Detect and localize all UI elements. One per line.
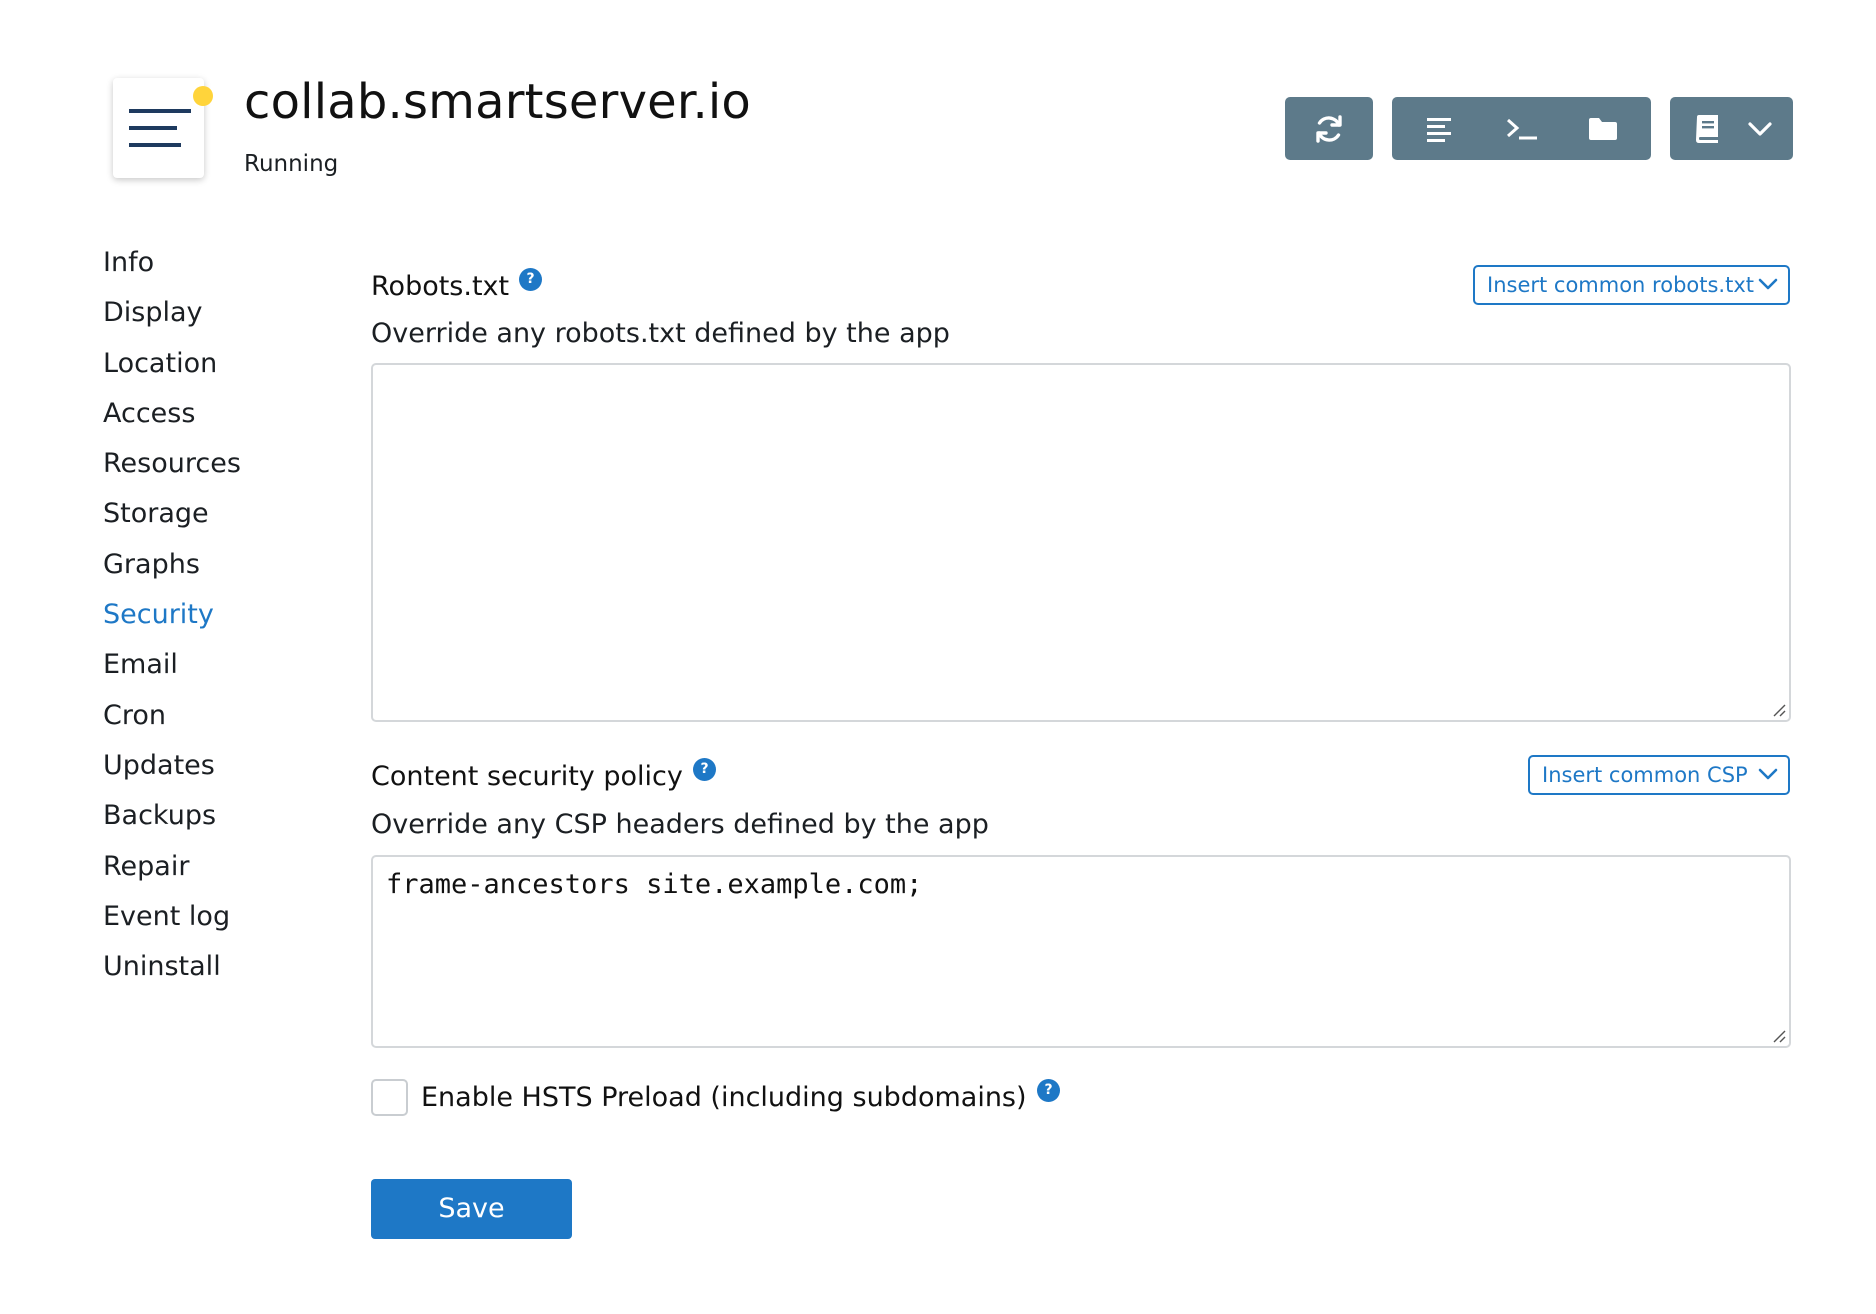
terminal-button[interactable] bbox=[1492, 97, 1552, 160]
hsts-help-icon[interactable]: ? bbox=[1037, 1079, 1060, 1102]
robots-help-icon[interactable]: ? bbox=[519, 268, 542, 291]
tools-button-group bbox=[1392, 97, 1651, 160]
resize-grip-icon[interactable] bbox=[1772, 703, 1786, 717]
sidebar-item-access[interactable]: Access bbox=[103, 389, 343, 439]
resize-grip-icon[interactable] bbox=[1772, 1029, 1786, 1043]
sidebar-item-resources[interactable]: Resources bbox=[103, 439, 343, 489]
sidebar-item-backups[interactable]: Backups bbox=[103, 791, 343, 841]
app-status: Running bbox=[244, 151, 339, 177]
restart-button[interactable] bbox=[1299, 97, 1359, 160]
insert-common-csp-label: Insert common CSP bbox=[1542, 763, 1748, 787]
sidebar-nav: Info Display Location Access Resources S… bbox=[103, 238, 343, 992]
sidebar-item-email[interactable]: Email bbox=[103, 640, 343, 690]
folder-icon bbox=[1588, 117, 1617, 140]
sidebar-item-updates[interactable]: Updates bbox=[103, 741, 343, 791]
save-button[interactable]: Save bbox=[371, 1179, 572, 1239]
status-indicator-dot bbox=[193, 86, 213, 106]
insert-common-robots-label: Insert common robots.txt bbox=[1487, 273, 1754, 297]
docs-dropdown-button[interactable] bbox=[1670, 97, 1793, 160]
chevron-down-icon bbox=[1748, 121, 1772, 136]
book-icon bbox=[1695, 114, 1718, 143]
restart-button-group bbox=[1285, 97, 1373, 160]
sidebar-item-graphs[interactable]: Graphs bbox=[103, 540, 343, 590]
files-button[interactable] bbox=[1573, 97, 1633, 160]
logs-button[interactable] bbox=[1411, 97, 1471, 160]
insert-common-csp-button[interactable]: Insert common CSP bbox=[1528, 755, 1790, 795]
sidebar-item-uninstall[interactable]: Uninstall bbox=[103, 942, 343, 992]
chevron-down-icon bbox=[1758, 768, 1778, 780]
terminal-icon bbox=[1506, 118, 1537, 139]
sidebar-item-cron[interactable]: Cron bbox=[103, 691, 343, 741]
hsts-checkbox[interactable] bbox=[371, 1079, 408, 1116]
sidebar-item-info[interactable]: Info bbox=[103, 238, 343, 288]
sidebar-item-display[interactable]: Display bbox=[103, 288, 343, 338]
robots-textarea[interactable] bbox=[371, 363, 1791, 722]
app-header: collab.smartserver.io Running bbox=[0, 0, 1876, 210]
docs-button[interactable] bbox=[1683, 97, 1731, 160]
insert-common-robots-button[interactable]: Insert common robots.txt bbox=[1473, 265, 1790, 305]
logs-icon bbox=[1426, 117, 1451, 142]
csp-help-icon[interactable]: ? bbox=[693, 758, 716, 781]
menu-lines-icon bbox=[129, 109, 191, 147]
robots-description: Override any robots.txt defined by the a… bbox=[371, 318, 950, 349]
csp-title: Content security policy bbox=[371, 761, 683, 792]
docs-dropdown-toggle[interactable] bbox=[1740, 97, 1780, 160]
csp-description: Override any CSP headers defined by the … bbox=[371, 809, 989, 840]
app-title: collab.smartserver.io bbox=[244, 74, 752, 130]
restart-icon bbox=[1316, 114, 1342, 143]
robots-title: Robots.txt bbox=[371, 271, 510, 302]
hsts-label[interactable]: Enable HSTS Preload (including subdomain… bbox=[421, 1082, 1027, 1113]
sidebar-item-storage[interactable]: Storage bbox=[103, 489, 343, 539]
sidebar-item-security[interactable]: Security bbox=[103, 590, 343, 640]
chevron-down-icon bbox=[1758, 278, 1778, 290]
app-icon bbox=[113, 78, 204, 178]
sidebar-item-location[interactable]: Location bbox=[103, 339, 343, 389]
sidebar-item-repair[interactable]: Repair bbox=[103, 842, 343, 892]
csp-textarea[interactable]: frame-ancestors site.example.com; bbox=[371, 855, 1791, 1048]
sidebar-item-event-log[interactable]: Event log bbox=[103, 892, 343, 942]
